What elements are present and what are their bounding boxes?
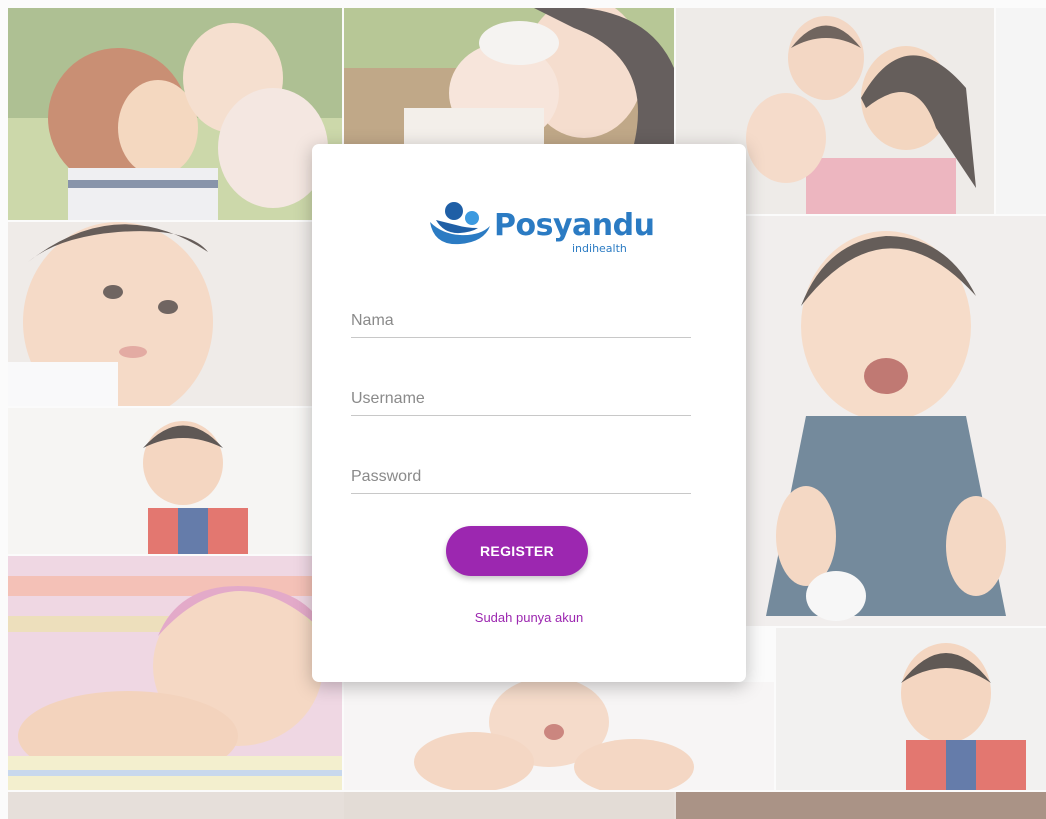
register-button[interactable]: REGISTER: [446, 526, 588, 576]
login-link[interactable]: Sudah punya akun: [312, 610, 746, 625]
brand-logo: Posyandu indihealth: [426, 200, 655, 256]
brand-name: Posyandu: [494, 208, 655, 243]
nama-input[interactable]: [351, 304, 691, 337]
background-photo-edge: [996, 8, 1046, 214]
page-background: Posyandu indihealth REGISTER Sudah punya…: [0, 0, 1046, 819]
background-photo-mother-baby: [8, 8, 342, 220]
nama-field-wrapper: [351, 304, 691, 338]
background-photo-mother-baby-2: [344, 8, 674, 144]
password-field-wrapper: [351, 460, 691, 494]
background-photo-baby-lying: [344, 682, 774, 790]
background-photo-baby-pink-hat: [8, 556, 342, 790]
background-photo-baby-sitting: [776, 628, 1046, 790]
username-field-wrapper: [351, 382, 691, 416]
background-photo-baby-laughing: [746, 216, 1046, 626]
username-input[interactable]: [351, 382, 691, 415]
brand-tagline: indihealth: [572, 242, 627, 255]
people-embrace-icon: [430, 202, 490, 245]
password-input[interactable]: [351, 460, 691, 493]
background-photo-strip: [8, 792, 1046, 819]
register-card: Posyandu indihealth REGISTER Sudah punya…: [312, 144, 746, 682]
background-photo-baby-crawling: [8, 408, 312, 554]
background-photo-baby-face: [8, 222, 312, 406]
